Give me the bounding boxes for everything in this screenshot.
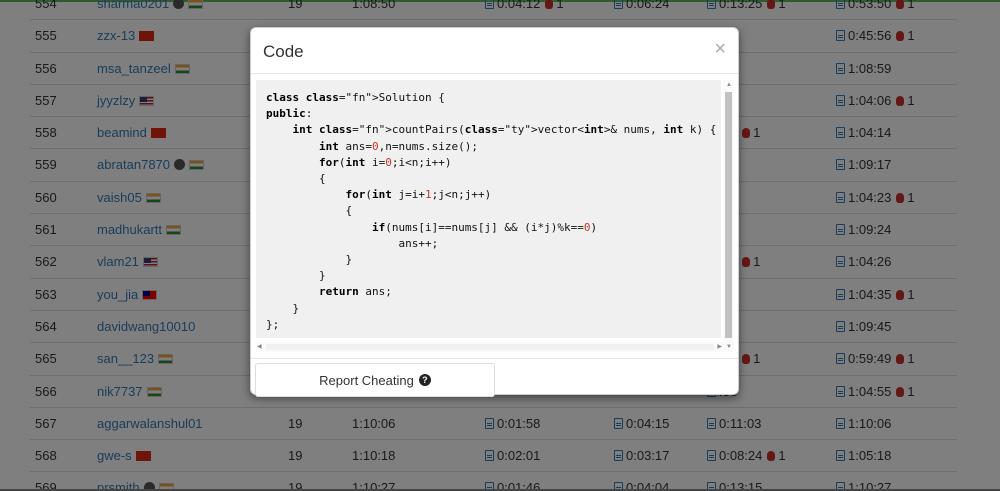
code-line: } xyxy=(318,269,326,283)
horizontal-scroll-thumb[interactable] xyxy=(266,344,714,350)
code-line: public: xyxy=(266,107,313,121)
code-line: } xyxy=(345,253,353,267)
code-line: { xyxy=(318,172,326,186)
code-line: }; xyxy=(266,317,280,331)
scroll-left-icon[interactable]: ◀ xyxy=(257,343,262,350)
scroll-down-icon[interactable]: ▼ xyxy=(726,344,732,350)
horizontal-scrollbar[interactable]: ◀ ▶ xyxy=(256,342,723,352)
code-line: return ans; xyxy=(318,285,392,299)
vertical-scroll-thumb[interactable] xyxy=(725,92,732,338)
code-line: } xyxy=(292,301,300,315)
code-line: if(nums[i]==nums[j] && (i*j)%k==0) xyxy=(371,220,598,234)
code-line: int class="fn">countPairs(class="ty">vec… xyxy=(292,123,717,137)
code-line: class class="fn">Solution { xyxy=(266,91,445,104)
code-line: { xyxy=(345,204,353,218)
code-line: ans++; xyxy=(398,236,439,250)
report-cheating-label: Report Cheating xyxy=(319,372,414,388)
vertical-scrollbar[interactable]: ▲ ▼ xyxy=(723,80,734,352)
scroll-up-icon[interactable]: ▲ xyxy=(726,82,732,88)
scroll-right-icon[interactable]: ▶ xyxy=(717,343,722,350)
code-line: for(int j=i+1;j<n;j++) xyxy=(345,188,492,202)
modal-header: Code × xyxy=(251,28,738,74)
close-icon[interactable]: × xyxy=(714,39,726,59)
modal-title: Code xyxy=(263,42,304,61)
report-cheating-button[interactable]: Report Cheating ? xyxy=(255,363,495,397)
code-viewer[interactable]: class class="fn">Solution { public: int … xyxy=(256,80,734,352)
code-line: int ans=0,n=nums.size(); xyxy=(318,139,478,153)
code-line: for(int i=0;i<n;i++) xyxy=(318,155,452,169)
source-code: class class="fn">Solution { public: int … xyxy=(266,90,721,333)
modal-footer: Report Cheating ? xyxy=(251,358,738,397)
question-circle-icon: ? xyxy=(418,374,431,386)
code-block: class class="fn">Solution { public: int … xyxy=(256,80,721,338)
code-modal: Code × class class="fn">Solution { publi… xyxy=(250,27,739,397)
